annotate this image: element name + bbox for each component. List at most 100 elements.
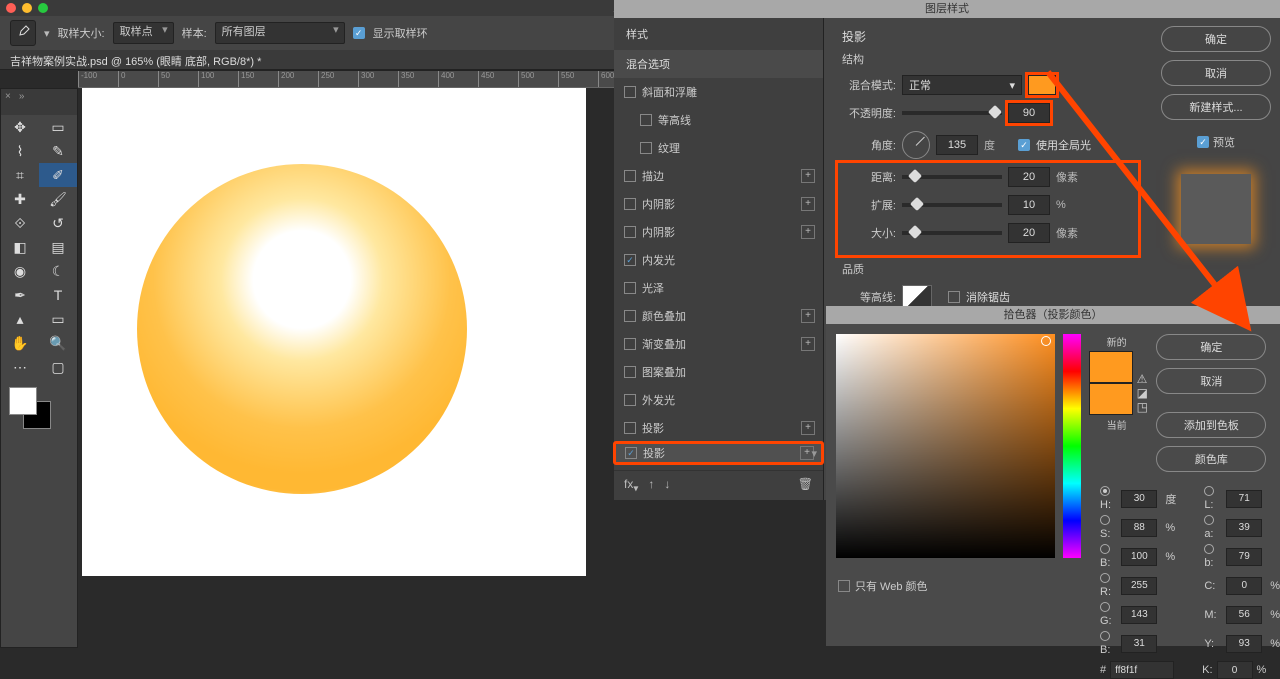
effect-checkbox[interactable] [624,170,636,182]
ok-button[interactable]: 确定 [1161,26,1271,52]
effect-checkbox[interactable] [624,226,636,238]
effect-item-4[interactable]: 内阴影+ [614,190,823,218]
l-radio[interactable] [1204,486,1214,496]
type-tool-icon[interactable]: T [39,283,77,307]
effect-item-8[interactable]: 颜色叠加+ [614,302,823,330]
stamp-tool-icon[interactable]: ⟐ [1,211,39,235]
spread-slider[interactable] [902,203,1002,207]
document-canvas[interactable] [82,88,586,576]
hex-input[interactable] [1110,661,1174,679]
effect-item-5[interactable]: 内阴影+ [614,218,823,246]
effect-checkbox[interactable] [624,198,636,210]
add-swatch-button[interactable]: 添加到色板 [1156,412,1266,438]
b-hsb-radio[interactable] [1100,544,1110,554]
cancel-button[interactable]: 取消 [1161,60,1271,86]
panel-menu-icon[interactable]: » [19,91,25,102]
dodge-tool-icon[interactable]: ☾ [39,259,77,283]
screen-mode-icon[interactable]: ▢ [39,355,77,379]
effect-item-3[interactable]: 描边+ [614,162,823,190]
picker-ok-button[interactable]: 确定 [1156,334,1266,360]
add-effect-icon[interactable]: + [800,446,814,460]
down-arrow-icon[interactable]: ↓ [664,477,670,494]
add-effect-icon[interactable]: + [801,197,815,211]
effect-checkbox[interactable] [624,310,636,322]
angle-dial[interactable] [902,131,930,159]
g-radio[interactable] [1100,602,1110,612]
hue-slider[interactable] [1063,334,1081,558]
color-field[interactable] [836,334,1055,558]
effect-item-2[interactable]: 纹理 [614,134,823,162]
b-rgb-radio[interactable] [1100,631,1110,641]
add-effect-icon[interactable]: + [801,309,815,323]
b-lab-input[interactable] [1226,548,1262,566]
blending-options[interactable]: 混合选项 [614,50,823,78]
l-input[interactable] [1226,490,1262,508]
h-radio[interactable] [1100,486,1110,496]
add-effect-icon[interactable]: + [801,421,815,435]
shape-tool-icon[interactable]: ▭ [39,307,77,331]
quick-select-tool-icon[interactable]: ✎ [39,139,77,163]
trash-icon[interactable]: 🗑 [798,477,813,494]
antialias-checkbox[interactable] [948,291,960,303]
gradient-tool-icon[interactable]: ▤ [39,235,77,259]
effect-checkbox[interactable] [640,142,652,154]
picker-cancel-button[interactable]: 取消 [1156,368,1266,394]
sample-layers-select[interactable]: 所有图层 [215,22,345,44]
styles-header[interactable]: 样式 [614,18,823,50]
r-radio[interactable] [1100,573,1110,583]
h-input[interactable] [1121,490,1157,508]
angle-input[interactable] [936,135,978,155]
pen-tool-icon[interactable]: ✒ [1,283,39,307]
add-effect-icon[interactable]: + [801,337,815,351]
up-arrow-icon[interactable]: ↑ [648,477,654,494]
k-input[interactable] [1217,661,1253,679]
effect-item-12[interactable]: 投影+ [614,414,823,442]
effect-checkbox[interactable] [624,394,636,406]
a-input[interactable] [1226,519,1262,537]
effect-item-13[interactable]: 投影+ [614,442,823,464]
effect-item-9[interactable]: 渐变叠加+ [614,330,823,358]
r-input[interactable] [1121,577,1157,595]
color-libraries-button[interactable]: 颜色库 [1156,446,1266,472]
new-style-button[interactable]: 新建样式... [1161,94,1271,120]
effect-item-0[interactable]: 斜面和浮雕 [614,78,823,106]
effect-item-11[interactable]: 外发光 [614,386,823,414]
hand-tool-icon[interactable]: ✋ [1,331,39,355]
move-tool-icon[interactable]: ✥ [1,115,39,139]
b-rgb-input[interactable] [1121,635,1157,653]
eraser-tool-icon[interactable]: ◧ [1,235,39,259]
preview-checkbox[interactable]: ✓ [1197,136,1209,148]
gamut-warning-icon[interactable]: ⚠◪◳ [1137,372,1145,414]
eyedropper-tool-icon[interactable]: ✐ [39,163,77,187]
distance-slider[interactable] [902,175,1002,179]
effect-item-10[interactable]: 图案叠加 [614,358,823,386]
size-input[interactable] [1008,223,1050,243]
effect-checkbox[interactable] [624,338,636,350]
b-lab-radio[interactable] [1204,544,1214,554]
shadow-color-chip[interactable] [1028,75,1056,95]
brush-tool-icon[interactable]: 🖌 [39,187,77,211]
s-input[interactable] [1121,519,1157,537]
opacity-input[interactable] [1008,103,1050,123]
opacity-slider[interactable] [902,111,1002,115]
m-input[interactable] [1226,606,1262,624]
fx-icon[interactable]: fx▾ [624,477,638,494]
effect-item-1[interactable]: 等高线 [614,106,823,134]
blend-mode-select[interactable]: 正常▾ [902,75,1022,95]
y-input[interactable] [1226,635,1262,653]
path-select-tool-icon[interactable]: ▴ [1,307,39,331]
global-light-checkbox[interactable]: ✓ [1018,139,1030,151]
add-effect-icon[interactable]: + [801,169,815,183]
effect-item-7[interactable]: 光泽 [614,274,823,302]
zoom-tool-icon[interactable]: 🔍 [39,331,77,355]
marquee-tool-icon[interactable]: ▭ [39,115,77,139]
panel-close-icon[interactable]: × [5,91,11,102]
color-swatches[interactable] [1,379,77,439]
s-radio[interactable] [1100,515,1110,525]
minimize-icon[interactable] [22,3,32,13]
b-hsb-input[interactable] [1121,548,1157,566]
sample-size-select[interactable]: 取样点 [113,22,174,44]
crop-tool-icon[interactable]: ⌗ [1,163,39,187]
chevron-down-icon[interactable]: ▾ [44,27,50,40]
foreground-color-swatch[interactable] [9,387,37,415]
